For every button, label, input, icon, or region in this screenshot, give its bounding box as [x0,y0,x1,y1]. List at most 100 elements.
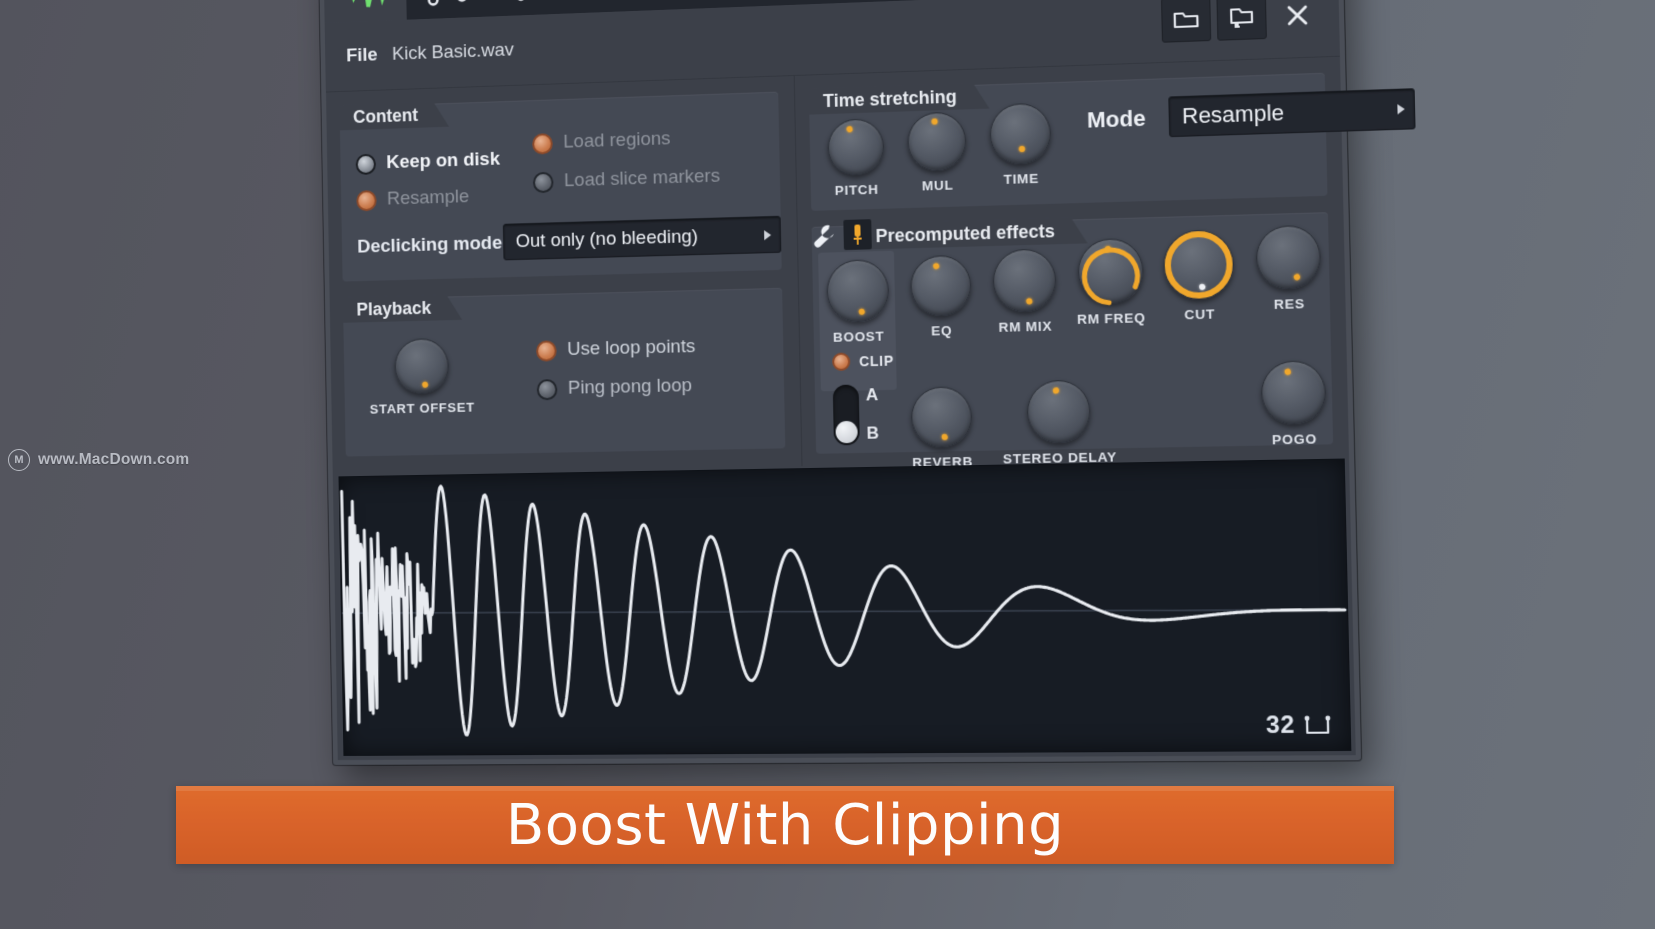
folder-icon [1173,8,1200,31]
tab-envelope[interactable] [406,0,490,20]
radio-use-loop-points[interactable] [535,339,557,362]
knob-indicator [1292,273,1302,282]
knob-cut[interactable]: CUT [1163,229,1235,323]
radio-keep-on-disk[interactable] [355,153,377,175]
knob-indicator [1018,145,1026,153]
option-label: Resample [386,186,470,210]
settings-body: Content Keep on disk Resample Load regio… [326,55,1416,475]
option-label: Use loop points [567,336,696,360]
knob-dial[interactable] [989,102,1052,166]
knob-dial[interactable] [910,386,973,448]
time-stretching-group: Time stretching PITCH MUL TIME Mode Resa… [808,72,1416,211]
precomputed-effects-group: Precomputed effects BOOST EQ RM MIX RM F… [810,212,1334,470]
wrench-icon[interactable] [810,222,838,254]
knob-eq[interactable]: EQ [910,254,972,339]
clip-toggle[interactable]: CLIP [832,351,895,371]
wrench-icon [508,0,553,6]
knob-label: TIME [1003,170,1040,188]
save-file-button[interactable] [1216,0,1267,41]
knob-label: RM MIX [998,318,1053,335]
caption-banner: Boost With Clipping [176,786,1394,864]
knob-stereo-delay[interactable]: STEREO DELAY [1001,379,1117,467]
ab-label-b: B [866,423,880,443]
knob-pitch[interactable]: PITCH [827,118,885,198]
knob-mul[interactable]: MUL [907,111,967,193]
ab-switch[interactable]: A B [832,384,880,446]
knob-reverb[interactable]: REVERB [910,386,973,470]
radio-load-regions[interactable] [532,132,553,155]
knob-dial[interactable] [910,254,972,317]
waveform-path [342,471,1348,736]
plugin-pin-icon[interactable] [843,219,872,251]
sampler-channel-settings-window: File Kick Basic.wav Content Keep on disk… [318,0,1416,766]
knob-dial[interactable] [907,111,967,172]
knob-rm-mix[interactable]: RM MIX [992,248,1057,335]
knob-res[interactable]: RES [1255,224,1322,313]
option-label: Keep on disk [386,148,501,174]
macdown-logo-icon: M [8,449,30,471]
time-stretch-mode-select[interactable]: Resample [1168,88,1416,138]
knob-dial[interactable] [826,258,890,323]
mode-label: Mode [1086,105,1146,133]
option-ping-pong-loop[interactable]: Ping pong loop [536,375,692,400]
waveform-svg [339,460,1350,756]
ab-switch-track[interactable] [832,384,860,446]
knob-indicator [932,262,940,270]
precomputed-effects-title: Precomputed effects [859,217,1072,250]
radio-resample[interactable] [356,189,377,211]
knob-boost[interactable]: BOOST [826,258,890,345]
option-label: Load regions [563,128,671,153]
knob-indicator [1052,387,1060,394]
knob-dial[interactable] [394,337,449,395]
knob-full-ring [1154,220,1244,310]
knob-label: MUL [921,177,954,194]
clip-label: CLIP [858,352,895,370]
declicking-mode-value: Out only (no bleeding) [515,225,699,252]
waveform-icon [341,0,389,14]
knob-label: EQ [931,322,953,339]
right-column: Time stretching PITCH MUL TIME Mode Resa… [793,55,1416,470]
macdown-watermark: M www.MacDown.com [8,449,189,471]
option-label: Load slice markers [563,165,721,192]
declicking-mode-select[interactable]: Out only (no bleeding) [502,215,782,261]
radio-clip[interactable] [832,352,851,371]
close-file-button[interactable] [1272,0,1323,39]
knob-indicator [858,308,866,316]
knob-indicator [421,381,429,389]
knob-indicator [845,125,854,134]
option-resample[interactable]: Resample [356,186,469,211]
file-name[interactable]: Kick Basic.wav [392,40,514,66]
waveform-display[interactable]: 32 [338,458,1352,757]
option-load-slice-markers[interactable]: Load slice markers [532,165,721,194]
declicking-mode-label: Declicking mode [357,232,503,258]
knob-label: POGO [1271,431,1318,448]
knob-dial[interactable] [1260,360,1327,426]
content-group-title: Content [339,101,434,131]
knob-indicator [1283,368,1292,376]
knob-time[interactable]: TIME [989,102,1052,188]
knob-label: CUT [1184,306,1216,323]
option-keep-on-disk[interactable]: Keep on disk [355,148,501,175]
knob-arc-ring [1069,230,1150,311]
knob-dial[interactable] [1163,229,1234,300]
option-use-loop-points[interactable]: Use loop points [535,336,696,362]
ab-label-a: A [865,385,879,405]
knob-dial[interactable] [1255,224,1322,290]
knob-dial[interactable] [827,118,885,177]
ab-switch-handle[interactable] [835,420,858,444]
knob-pogo[interactable]: POGO [1260,360,1327,448]
left-column: Content Keep on disk Resample Load regio… [326,75,802,474]
knob-dial[interactable] [1077,238,1144,305]
radio-ping-pong-loop[interactable] [536,378,558,400]
open-file-button[interactable] [1160,0,1212,43]
option-load-regions[interactable]: Load regions [532,128,671,155]
knob-start-offset[interactable]: START OFFSET [368,337,475,417]
knob-dial[interactable] [992,248,1057,313]
tab-sample[interactable] [323,0,407,24]
knob-label: START OFFSET [369,399,475,417]
chevron-right-icon [1397,103,1405,115]
radio-load-slice-markers[interactable] [532,171,554,193]
knob-dial[interactable] [1026,379,1091,444]
knob-rm-freq[interactable]: RM FREQ [1075,238,1145,327]
caption-text: Boost With Clipping [505,792,1065,858]
